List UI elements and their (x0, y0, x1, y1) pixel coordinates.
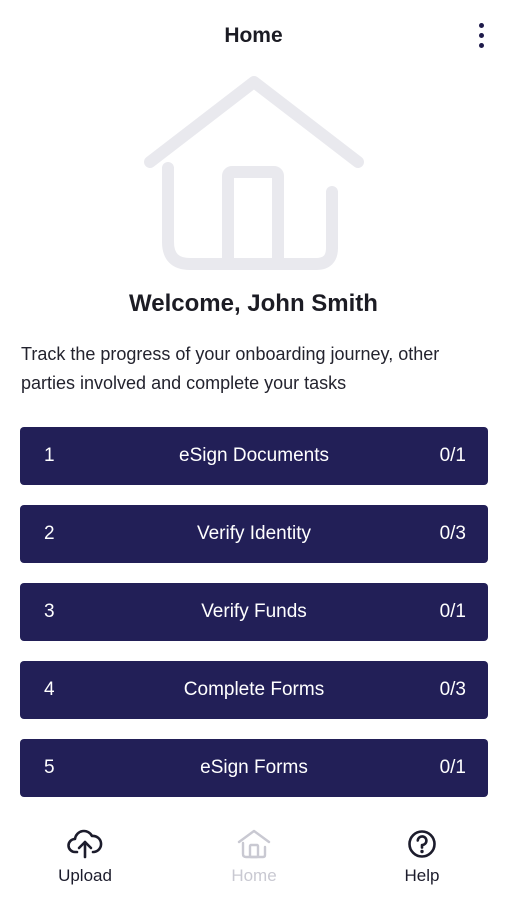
task-verify-funds[interactable]: 3 Verify Funds 0/1 (20, 583, 488, 641)
task-progress: 0/3 (439, 523, 466, 544)
task-verify-identity[interactable]: 2 Verify Identity 0/3 (20, 505, 488, 563)
nav-upload-label: Upload (58, 866, 112, 885)
more-vertical-icon (478, 42, 484, 48)
page-title: Home (224, 24, 283, 47)
intro-text: Track the progress of your onboarding jo… (21, 344, 440, 393)
task-esign-forms[interactable]: 5 eSign Forms 0/1 (20, 739, 488, 797)
task-list: 1 eSign Documents 0/1 2 Verify Identity … (20, 427, 488, 817)
task-complete-forms[interactable]: 4 Complete Forms 0/3 (20, 661, 488, 719)
nav-home-tab[interactable]: Home (204, 828, 304, 886)
nav-help-label: Help (404, 866, 440, 885)
task-progress: 0/1 (439, 445, 466, 466)
task-label: Verify Funds (201, 601, 307, 622)
nav-upload-tab[interactable]: Upload (35, 828, 135, 886)
welcome-heading: Welcome, John Smith (129, 290, 378, 317)
more-vertical-icon (478, 22, 484, 28)
nav-help-tab[interactable]: Help (372, 828, 472, 886)
task-esign-documents[interactable]: 1 eSign Documents 0/1 (20, 427, 488, 485)
nav-home-label: Home (231, 866, 277, 885)
task-progress: 0/1 (439, 757, 466, 778)
task-label: eSign Forms (200, 757, 308, 778)
home-icon (204, 828, 304, 860)
house-illustration (138, 70, 370, 275)
app-header: Home (0, 0, 507, 72)
bottom-navigation: Upload Home Help (0, 820, 507, 900)
task-label: Complete Forms (183, 679, 325, 700)
task-progress: 0/1 (439, 601, 466, 622)
more-vertical-icon (478, 32, 484, 38)
house-icon (144, 76, 364, 270)
task-progress: 0/3 (439, 679, 466, 700)
cloud-upload-icon (35, 828, 135, 860)
more-options-button[interactable] (469, 18, 493, 52)
help-circle-icon (372, 828, 472, 860)
task-label: Verify Identity (196, 523, 312, 544)
task-label: eSign Documents (179, 445, 329, 466)
